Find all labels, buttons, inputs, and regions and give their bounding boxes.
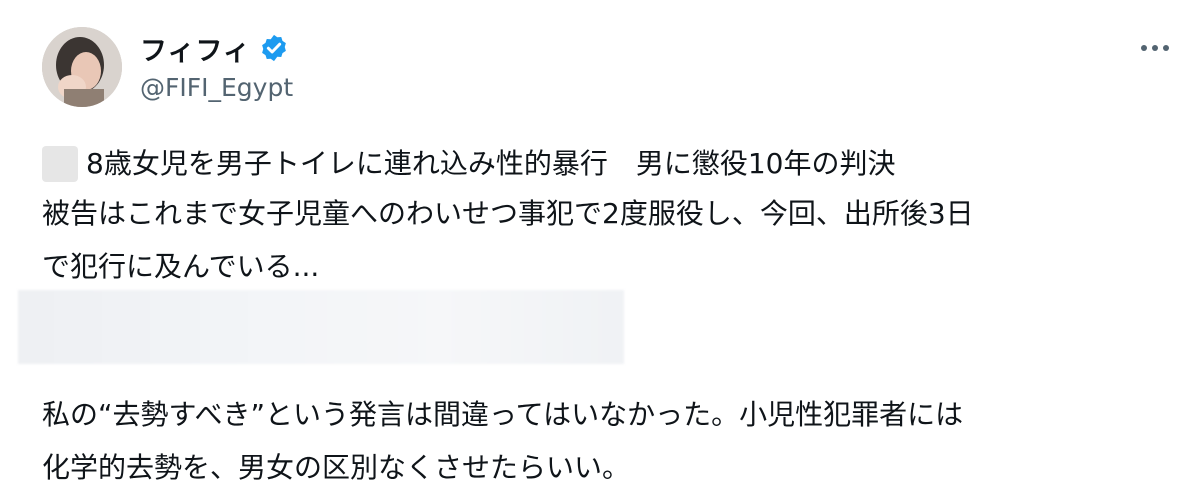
avatar[interactable] [42,27,122,107]
post-card: フィフィ @FIFI_Egypt 8歳女児を男子トイレに連れ込み性的暴行 男に懲… [0,0,1195,492]
post-text-line5: 化学的去勢を、男女の区別なくさせたらいい。 [42,451,631,484]
verified-badge-icon [259,33,289,63]
post-text-line: 8歳女児を男子トイレに連れ込み性的暴行 男に懲役10年の判決 [42,146,895,182]
post-text-line3: で犯行に及んでいる... [42,250,320,283]
blurred-content [18,290,624,364]
emoji-placeholder-icon [42,146,78,182]
more-options-icon[interactable] [1135,30,1175,66]
display-name[interactable]: フィフィ [140,29,251,68]
post-text-line1: 8歳女児を男子トイレに連れ込み性的暴行 男に懲役10年の判決 [86,147,896,180]
author-name-row: フィフィ [140,29,289,68]
post-text-line4: 私の“去勢すべき”という発言は間違ってはいなかった。小児性犯罪者には [42,398,964,431]
post-text-line2: 被告はこれまで女子児童へのわいせつ事犯で2度服役し、今回、出所後3日 [42,197,974,230]
avatar-image [42,27,122,107]
author-handle[interactable]: @FIFI_Egypt [140,73,293,102]
